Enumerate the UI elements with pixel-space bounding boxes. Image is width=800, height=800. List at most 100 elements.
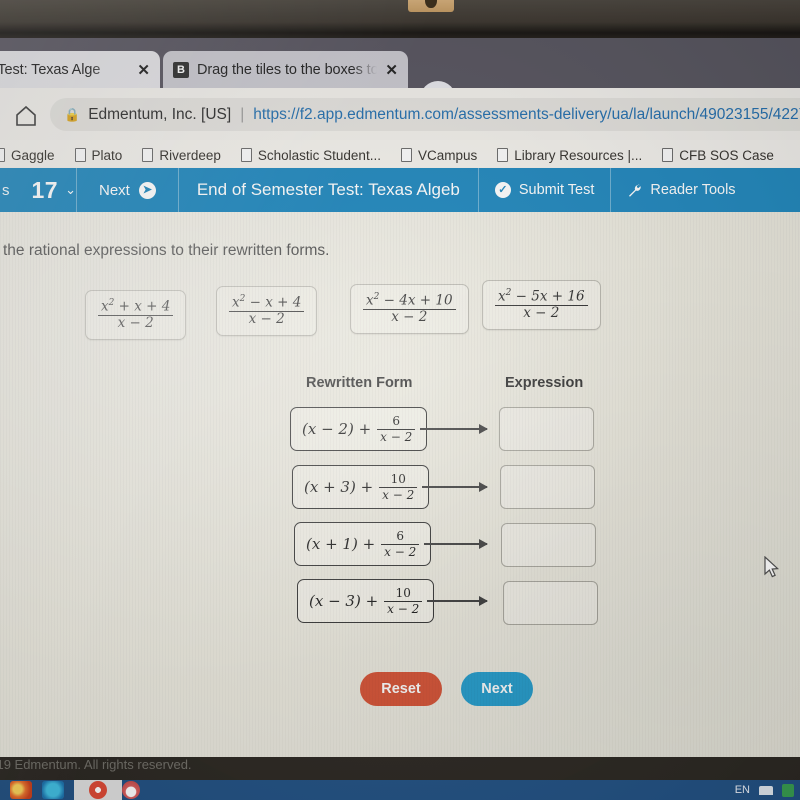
fraction-denominator: x − 2: [391, 309, 428, 326]
firefox-icon[interactable]: [10, 781, 32, 799]
arrow-right-icon: [422, 482, 488, 492]
reset-button[interactable]: Reset: [360, 672, 442, 706]
language-indicator[interactable]: EN: [735, 784, 750, 796]
bookmark-vcampus[interactable]: VCampus: [400, 147, 478, 163]
expression-drop-target[interactable]: [503, 581, 598, 625]
arrow-right-icon: [420, 424, 488, 434]
fraction: x2 − 5x + 16 x − 2: [495, 288, 588, 322]
fraction: 10 x − 2: [379, 472, 418, 502]
rewritten-form-card: (x + 1) + 6 x − 2: [294, 522, 432, 566]
usb-icon[interactable]: [759, 785, 773, 795]
tray-app-icon[interactable]: [782, 783, 794, 797]
bookmark-label: Gaggle: [11, 147, 55, 163]
drag-tile[interactable]: x2 − x + 4 x − 2: [216, 286, 318, 337]
page-icon: [240, 148, 252, 162]
bezel-object: [408, 0, 454, 12]
page-icon: [74, 148, 86, 162]
address-bar[interactable]: 🔒 Edmentum, Inc. [US] | https://f2.app.e…: [50, 98, 800, 131]
previous-question-label[interactable]: s: [2, 182, 10, 199]
bookmark-label: VCampus: [417, 147, 478, 163]
fraction-denominator: x − 2: [248, 311, 285, 328]
rewritten-quotient: (x − 3) +: [309, 592, 379, 610]
site-identity-label: Edmentum, Inc. [US]: [88, 105, 232, 123]
rewritten-quotient: (x + 3) +: [304, 478, 374, 496]
bookmark-riverdeep[interactable]: Riverdeep: [142, 148, 221, 163]
rewritten-quotient: (x − 2) +: [302, 420, 372, 438]
favicon-icon: B: [173, 61, 189, 78]
next-question-button[interactable]: Next ➤: [77, 181, 178, 199]
submit-test-label: Submit Test: [518, 182, 595, 198]
monitor-bezel: [0, 0, 800, 40]
column-header-rewritten-form: Rewritten Form: [306, 375, 413, 391]
drag-tile[interactable]: x2 − 5x + 16 x − 2: [482, 280, 601, 331]
fraction-denominator: x − 2: [523, 305, 560, 322]
browser-tab-1[interactable]: mester Test: Texas Alge ✕: [0, 51, 160, 88]
chevron-down-icon[interactable]: ⌄: [65, 182, 76, 198]
fraction: 6 x − 2: [377, 414, 416, 444]
mouse-cursor: [764, 556, 780, 578]
bookmark-plato[interactable]: Plato: [74, 147, 123, 163]
match-row: (x − 2) + 6 x − 2: [0, 407, 800, 453]
fraction-numerator: x2 − 4x + 10: [363, 292, 456, 311]
fraction-numerator: x2 − x + 4: [229, 294, 305, 313]
close-icon[interactable]: ✕: [385, 61, 398, 79]
chrome-taskbar-button[interactable]: [74, 780, 122, 800]
arrow-right-icon: ➤: [138, 181, 156, 199]
copyright-footer: 2019 Edmentum. All rights reserved.: [0, 757, 192, 772]
browser-url-bar: 🔒 Edmentum, Inc. [US] | https://f2.app.e…: [0, 88, 800, 146]
app-icon[interactable]: [122, 781, 140, 799]
home-icon[interactable]: [14, 104, 38, 128]
drag-tile[interactable]: x2 − 4x + 10 x − 2: [350, 284, 469, 335]
question-selector[interactable]: s 17 ⌄: [0, 177, 76, 204]
bookmark-label: Scholastic Student...: [257, 147, 381, 163]
bookmark-label: Plato: [91, 147, 123, 163]
page-icon: [400, 148, 412, 162]
fraction-denominator: x − 2: [384, 544, 417, 559]
bookmark-label: Library Resources |...: [514, 147, 643, 163]
submit-test-button[interactable]: ✓ Submit Test: [479, 182, 611, 198]
expression-drop-target[interactable]: [501, 523, 596, 567]
fraction: x2 + x + 4 x − 2: [98, 298, 174, 332]
fraction: x2 − x + 4 x − 2: [229, 294, 305, 328]
page-icon: [142, 148, 154, 162]
screen-photo: mester Test: Texas Alge ✕ B Drag the til…: [0, 0, 800, 800]
fraction-denominator: x − 2: [382, 487, 415, 502]
arrow-right-icon: [427, 596, 488, 606]
fraction: 10 x − 2: [384, 586, 423, 616]
assessment-content: tch the rational expressions to their re…: [0, 212, 800, 772]
fraction-numerator: 6: [377, 414, 416, 430]
bookmark-scholastic-student[interactable]: Scholastic Student...: [240, 147, 381, 163]
expression-drop-target[interactable]: [500, 465, 595, 509]
browser-tab-2[interactable]: B Drag the tiles to the boxes to for ✕: [163, 51, 408, 88]
bookmark-library-resources[interactable]: Library Resources |...: [497, 148, 642, 163]
next-button[interactable]: Next: [461, 672, 533, 706]
fraction-numerator: 6: [381, 529, 420, 545]
wrench-icon: [629, 183, 642, 197]
fraction-numerator: 10: [379, 472, 418, 488]
close-icon[interactable]: ✕: [137, 61, 150, 79]
bookmark-gaggle[interactable]: Gaggle: [0, 148, 55, 163]
assessment-toolbar: s 17 ⌄ Next ➤ End of Semester Test: Texa…: [0, 168, 800, 212]
reader-tools-button[interactable]: Reader Tools: [611, 182, 751, 198]
edge-icon[interactable]: [42, 781, 64, 799]
url-separator: |: [240, 105, 245, 123]
fraction-denominator: x − 2: [117, 315, 154, 332]
drag-tile[interactable]: x2 + x + 4 x − 2: [85, 290, 187, 341]
chrome-icon: [89, 781, 107, 799]
expression-drop-target[interactable]: [499, 407, 594, 451]
fraction-denominator: x − 2: [387, 601, 420, 616]
browser-tab-1-title: mester Test: Texas Alge: [0, 61, 101, 78]
fraction-denominator: x − 2: [380, 429, 413, 444]
question-prompt: tch the rational expressions to their re…: [0, 242, 330, 259]
arrow-right-icon: [424, 539, 488, 549]
browser-tab-strip: mester Test: Texas Alge ✕ B Drag the til…: [0, 38, 800, 117]
bookmark-cfb-sos-case[interactable]: CFB SOS Case: [662, 148, 774, 163]
page-icon: [497, 148, 509, 162]
lock-icon: 🔒: [64, 106, 81, 122]
check-circle-icon: ✓: [494, 182, 511, 198]
rewritten-form-card: (x + 3) + 10 x − 2: [292, 465, 430, 509]
fraction: 6 x − 2: [381, 529, 420, 559]
bookmark-label: CFB SOS Case: [679, 147, 774, 163]
question-number: 17: [31, 176, 59, 203]
next-question-label: Next: [99, 181, 130, 199]
